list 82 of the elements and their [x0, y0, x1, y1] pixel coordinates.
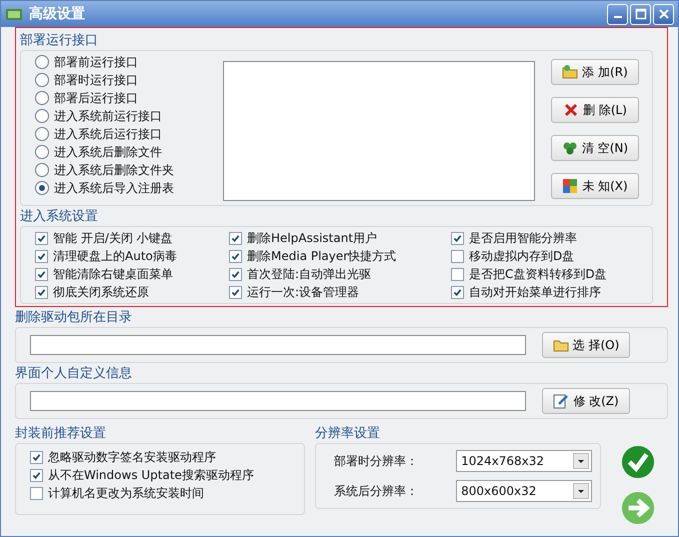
checkbox-label: 自动对开始菜单进行排序 [469, 284, 601, 300]
checkbox-label: 首次登陆:自动弹出光驱 [247, 266, 372, 282]
option-label: 部署前运行接口 [54, 54, 138, 70]
checkbox-label: 计算机名更改为系统安装时间 [48, 484, 204, 502]
checkbox[interactable] [35, 232, 48, 244]
resolution-dropdown[interactable]: 1024x768x32 [456, 450, 592, 472]
checkbox-label: 是否把C盘资料转移到D盘 [469, 266, 607, 282]
checkbox[interactable] [229, 268, 242, 280]
checkbox[interactable] [30, 450, 43, 464]
pencil-note-icon [553, 393, 570, 409]
option-label: 进入系统后删除文件夹 [54, 162, 174, 178]
group-title: 分辨率设置 [315, 425, 381, 443]
checkmark-icon [621, 445, 655, 479]
group-title: 进入系统设置 [20, 208, 99, 226]
checkbox-label: 运行一次:设备管理器 [247, 284, 360, 300]
checkbox[interactable] [451, 250, 464, 262]
checkbox-label: 智能 开启/关闭 小键盘 [53, 230, 173, 246]
checkbox-label: 删除Media Player快捷方式 [247, 248, 396, 264]
action-button[interactable]: 未 知(X) [551, 173, 639, 199]
checkbox[interactable] [229, 286, 242, 298]
checkbox[interactable] [451, 268, 464, 280]
option-label: 部署后运行接口 [54, 90, 138, 106]
checkbox[interactable] [229, 250, 242, 262]
option-label: 进入系统后删除文件 [54, 144, 162, 160]
radio-button[interactable] [35, 127, 49, 141]
checkbox-label: 删除HelpAssistant用户 [247, 230, 378, 246]
resolution-label: 系统后分辨率： [334, 482, 419, 500]
maximize-button[interactable] [630, 4, 651, 24]
blocks-icon [562, 178, 578, 194]
caret-icon [573, 483, 589, 499]
checkbox-label: 清理硬盘上的Auto病毒 [53, 248, 177, 264]
radio-button[interactable] [35, 145, 49, 159]
checkbox[interactable] [30, 486, 43, 500]
group-title: 界面个人自定义信息 [15, 365, 133, 383]
clover-icon [562, 140, 578, 156]
radio-button[interactable] [35, 181, 49, 195]
group-title: 封装前推荐设置 [15, 425, 107, 443]
checkbox-label: 忽略驱动数字签名安装驱动程序 [48, 448, 216, 466]
checkbox-label: 彻底关闭系统还原 [53, 284, 149, 300]
radio-button[interactable] [35, 163, 49, 177]
checkbox[interactable] [229, 232, 242, 244]
radio-button[interactable] [35, 73, 49, 87]
checkbox-label: 移动虚拟内存到D盘 [469, 248, 574, 264]
radio-button[interactable] [35, 91, 49, 105]
cross-icon [563, 102, 580, 118]
group-title: 部署运行接口 [20, 32, 99, 50]
window-title: 高级设置 [29, 5, 85, 23]
confirm-button[interactable] [621, 445, 655, 479]
action-button[interactable]: 删 除(L) [551, 97, 639, 123]
checkbox[interactable] [451, 286, 464, 298]
action-button[interactable]: 添 加(R) [551, 59, 639, 85]
action-button[interactable]: 清 空(N) [551, 135, 639, 161]
checkbox[interactable] [30, 468, 43, 482]
checkbox-label: 智能清除右键桌面菜单 [53, 266, 173, 282]
checkbox[interactable] [451, 232, 464, 244]
radio-button[interactable] [35, 55, 49, 69]
checkbox[interactable] [35, 250, 48, 262]
minimize-button[interactable] [607, 4, 628, 24]
checkbox-label: 是否启用智能分辨率 [469, 230, 577, 246]
select-button[interactable]: 选 择(O) [542, 332, 630, 358]
option-label: 进入系统后运行接口 [54, 126, 162, 142]
folder-icon [562, 64, 578, 80]
edit-button[interactable]: 修 改(Z) [542, 388, 630, 414]
radio-button[interactable] [35, 109, 49, 123]
close-icon [658, 8, 670, 20]
checkbox-label: 从不在Windows Uptate搜索驱动程序 [48, 466, 254, 484]
list-box[interactable] [223, 61, 535, 201]
info-field[interactable] [30, 391, 526, 411]
app-icon [5, 7, 23, 21]
checkbox[interactable] [35, 268, 48, 280]
option-label: 进入系统前运行接口 [54, 108, 162, 124]
group-title: 删除驱动包所在目录 [15, 309, 133, 327]
option-label: 部署时运行接口 [54, 72, 138, 88]
option-label: 进入系统后导入注册表 [54, 180, 174, 196]
resolution-dropdown[interactable]: 800x600x32 [456, 480, 592, 502]
minimize-icon [614, 16, 622, 18]
resolution-label: 部署时分辨率： [334, 452, 419, 470]
close-button[interactable] [653, 4, 674, 24]
checkbox[interactable] [35, 286, 48, 298]
directory-field[interactable] [30, 335, 526, 355]
maximize-icon [634, 8, 646, 20]
caret-icon [573, 453, 589, 469]
